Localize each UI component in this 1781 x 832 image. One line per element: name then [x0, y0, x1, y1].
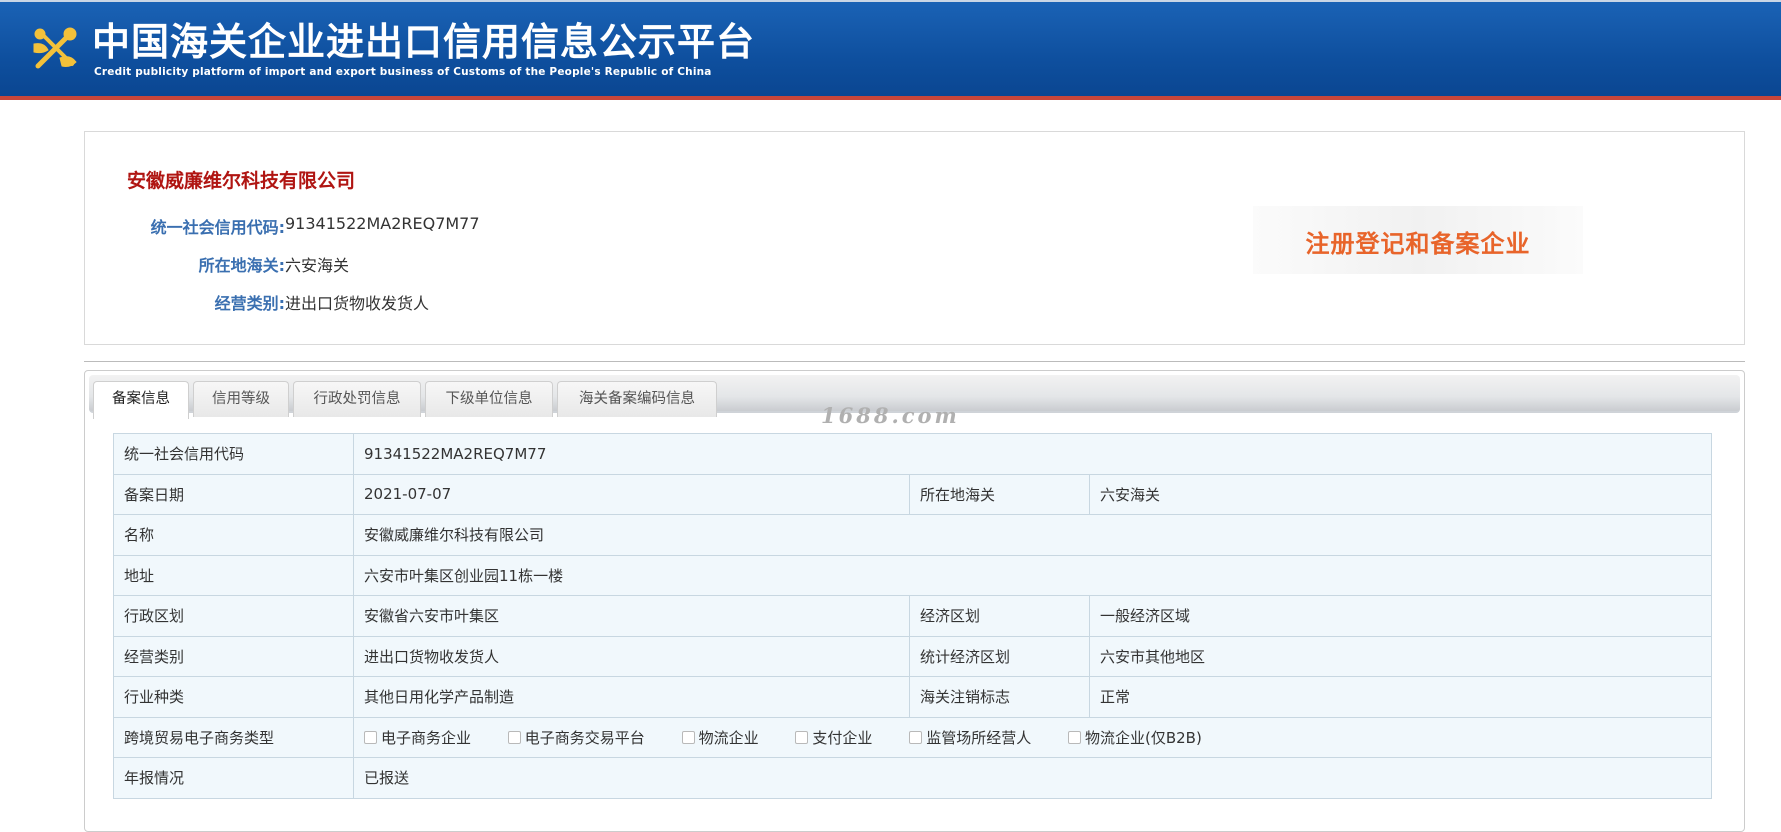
tab-credit-level[interactable]: 信用等级: [193, 381, 289, 417]
summary-row-business-type: 经营类别: 进出口货物收发货人: [85, 290, 785, 314]
cell-value: 一般经济区域: [1089, 595, 1712, 637]
table-row: 经营类别 进出口货物收发货人 统计经济区划 六安市其他地区: [113, 635, 1712, 677]
table-row: 跨境贸易电子商务类型 电子商务企业 电子商务交易平台 物流企业 支付企业 监管场…: [113, 716, 1712, 758]
cell-value: 安徽省六安市叶集区: [353, 595, 910, 637]
cell-label: 名称: [113, 514, 354, 556]
checkbox-label: 物流企业: [698, 728, 759, 747]
cell-label: 所在地海关: [909, 473, 1090, 515]
cell-value: 六安市叶集区创业园11栋一楼: [353, 554, 1712, 596]
table-row: 行业种类 其他日用化学产品制造 海关注销标志 正常: [113, 676, 1712, 718]
cell-value: 六安海关: [1089, 473, 1712, 515]
checkbox-icon[interactable]: [507, 730, 521, 744]
cell-value: 正常: [1089, 676, 1712, 718]
checkbox-label: 电子商务企业: [381, 728, 472, 747]
summary-value: 91341522MA2REQ7M77: [285, 214, 480, 233]
summary-label: 经营类别:: [214, 294, 285, 313]
summary-label: 统一社会信用代码:: [150, 218, 285, 237]
tab-filing-info[interactable]: 备案信息: [93, 381, 189, 419]
header-top-line: [0, 0, 1781, 2]
table-row: 备案日期 2021-07-07 所在地海关 六安海关: [113, 473, 1712, 515]
cell-value: 已报送: [353, 757, 1712, 799]
checkbox-icon[interactable]: [1067, 730, 1081, 744]
cell-label: 跨境贸易电子商务类型: [113, 716, 354, 758]
checkbox-label: 电子商务交易平台: [524, 728, 645, 747]
cell-value: 其他日用化学产品制造: [353, 676, 910, 718]
tab-penalty-info[interactable]: 行政处罚信息: [293, 381, 421, 417]
checkbox-supervised-site-operator[interactable]: 监管场所经营人: [909, 727, 1031, 748]
site-header: 中国海关企业进出口信用信息公示平台 Credit publicity platf…: [0, 0, 1781, 100]
checkbox-payment-enterprise[interactable]: 支付企业: [795, 727, 872, 748]
checkbox-icon[interactable]: [364, 730, 377, 744]
cell-label: 年报情况: [113, 757, 354, 799]
section-divider: [84, 361, 1745, 362]
checkbox-logistics-b2b[interactable]: 物流企业(仅B2B): [1067, 727, 1202, 748]
site-title: 中国海关企业进出口信用信息公示平台: [92, 20, 756, 64]
cell-value: 六安市其他地区: [1089, 635, 1712, 677]
table-row: 统一社会信用代码 91341522MA2REQ7M77: [113, 433, 1712, 475]
customs-emblem-icon: [33, 27, 77, 69]
cell-value: 2021-07-07: [353, 473, 910, 515]
checkbox-label: 监管场所经营人: [926, 728, 1032, 747]
tab-subsidiary-info[interactable]: 下级单位信息: [425, 381, 553, 417]
checkbox-icon[interactable]: [681, 730, 695, 744]
summary-value: 进出口货物收发货人: [285, 294, 430, 313]
table-row: 名称 安徽威廉维尔科技有限公司: [113, 514, 1712, 556]
cell-label: 经济区划: [909, 595, 1090, 637]
registration-badge-text: 注册登记和备案企业: [1305, 230, 1531, 258]
checkbox-label: 支付企业: [812, 728, 873, 747]
summary-row-customs: 所在地海关: 六安海关: [85, 252, 785, 276]
cell-label: 海关注销标志: [909, 676, 1090, 718]
checkbox-logistics-enterprise[interactable]: 物流企业: [681, 727, 759, 748]
cell-label: 备案日期: [113, 473, 354, 515]
checkbox-label: 物流企业(仅B2B): [1084, 728, 1202, 747]
cell-label: 地址: [113, 554, 354, 596]
cell-label: 行政区划: [113, 595, 354, 637]
table-row: 行政区划 安徽省六安市叶集区 经济区划 一般经济区域: [113, 595, 1712, 637]
summary-value: 六安海关: [285, 256, 350, 275]
checkbox-ecommerce-platform[interactable]: 电子商务交易平台: [507, 727, 645, 748]
table-row: 地址 六安市叶集区创业园11栋一楼: [113, 554, 1712, 596]
cell-label: 经营类别: [113, 635, 354, 677]
cell-value: 进出口货物收发货人: [353, 635, 910, 677]
ecommerce-type-options: 电子商务企业 电子商务交易平台 物流企业 支付企业 监管场所经营人 物流企业(仅…: [353, 716, 1712, 758]
detail-panel: 备案信息 信用等级 行政处罚信息 下级单位信息 海关备案编码信息 1688.co…: [84, 370, 1745, 832]
summary-row-credit-code: 统一社会信用代码: 91341522MA2REQ7M77: [85, 214, 785, 238]
cell-value: 安徽威廉维尔科技有限公司: [353, 514, 1712, 556]
summary-label: 所在地海关:: [198, 256, 285, 275]
table-row: 年报情况 已报送: [113, 757, 1712, 799]
cell-value: 91341522MA2REQ7M77: [353, 433, 1712, 475]
site-subtitle: Credit publicity platform of import and …: [94, 66, 712, 78]
cell-label: 统一社会信用代码: [113, 433, 354, 475]
checkbox-ecommerce-enterprise[interactable]: 电子商务企业: [364, 727, 471, 748]
watermark-text: 1688.com: [821, 403, 960, 428]
registration-badge: 注册登记和备案企业: [1253, 206, 1583, 274]
company-name: 安徽威廉维尔科技有限公司: [127, 170, 356, 192]
cell-label: 行业种类: [113, 676, 354, 718]
company-summary-card: 安徽威廉维尔科技有限公司 统一社会信用代码: 91341522MA2REQ7M7…: [84, 131, 1745, 345]
tab-customs-code-info[interactable]: 海关备案编码信息: [557, 381, 717, 417]
detail-table: 统一社会信用代码 91341522MA2REQ7M77 备案日期 2021-07…: [113, 433, 1712, 799]
checkbox-icon[interactable]: [909, 730, 923, 744]
cell-label: 统计经济区划: [909, 635, 1090, 677]
checkbox-icon[interactable]: [795, 730, 809, 744]
